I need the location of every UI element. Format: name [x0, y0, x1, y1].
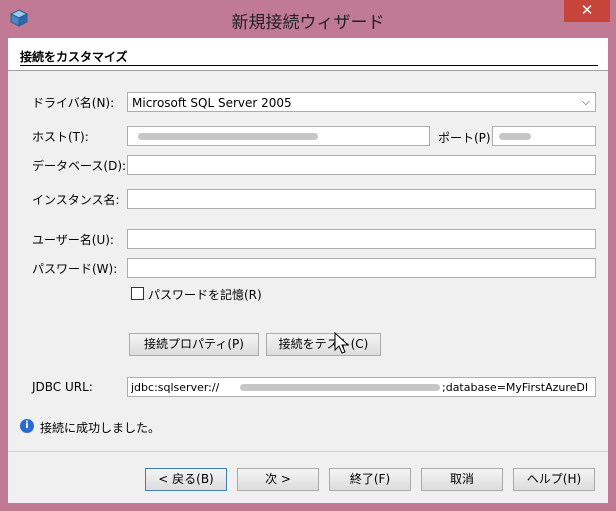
jdbc-url-label: JDBC URL:: [32, 380, 93, 394]
next-button[interactable]: 次 >: [237, 468, 319, 491]
status-message: 接続に成功しました。: [40, 421, 161, 435]
port-input[interactable]: [492, 126, 596, 146]
password-label: パスワード(W):: [32, 262, 118, 276]
database-input[interactable]: [127, 155, 596, 175]
step-title: 接続をカスタマイズ: [20, 50, 128, 64]
remember-password-label: パスワードを記憶(R): [148, 288, 262, 302]
wizard-window: 新規接続ウィザード ✕ 接続をカスタマイズ ドライバ名(N): Microsof…: [0, 0, 616, 511]
user-label: ユーザー名(U):: [32, 233, 114, 247]
wizard-body: 接続をカスタマイズ ドライバ名(N): Microsoft SQL Server…: [8, 38, 608, 503]
host-input[interactable]: [127, 126, 430, 146]
driver-label: ドライバ名(N):: [32, 96, 115, 110]
driver-select[interactable]: Microsoft SQL Server 2005 ⌵: [127, 92, 596, 112]
title-bar: 新規接続ウィザード ✕: [0, 0, 616, 38]
redacted-port-value: [499, 133, 531, 140]
info-icon: i: [20, 419, 34, 433]
user-input[interactable]: [127, 229, 596, 249]
driver-select-value: Microsoft SQL Server 2005: [132, 96, 292, 110]
password-input[interactable]: [127, 258, 596, 278]
host-label: ホスト(T):: [32, 130, 89, 144]
close-button[interactable]: ✕: [564, 0, 610, 22]
window-title: 新規接続ウィザード: [231, 13, 385, 33]
redacted-jdbc-host: [240, 384, 440, 391]
instance-input[interactable]: [127, 189, 596, 209]
mouse-pointer-icon: [334, 332, 350, 354]
chevron-down-icon: ⌵: [581, 95, 590, 108]
connection-properties-button[interactable]: 接続プロパティ(P): [129, 333, 259, 356]
wizard-header: 接続をカスタマイズ: [8, 38, 608, 71]
test-connection-button[interactable]: 接続をテスト(C): [266, 333, 381, 356]
redacted-host-value: [138, 133, 318, 140]
remember-password-checkbox[interactable]: [131, 287, 144, 300]
jdbc-url-suffix: ;database=MyFirstAzureDI: [442, 381, 589, 394]
jdbc-url-prefix: jdbc:sqlserver://: [131, 381, 220, 394]
header-underline: [20, 65, 598, 66]
jdbc-url-input[interactable]: jdbc:sqlserver:// ;database=MyFirstAzure…: [127, 377, 596, 397]
instance-label: インスタンス名:: [32, 193, 120, 207]
help-button[interactable]: ヘルプ(H): [513, 468, 595, 491]
back-button[interactable]: < 戻る(B): [145, 468, 227, 491]
database-label: データベース(D):: [32, 159, 127, 173]
finish-button[interactable]: 終了(F): [329, 468, 411, 491]
footer-separator: [8, 451, 608, 452]
port-label: ポート(P):: [438, 131, 495, 145]
cancel-button[interactable]: 取消: [421, 468, 503, 491]
